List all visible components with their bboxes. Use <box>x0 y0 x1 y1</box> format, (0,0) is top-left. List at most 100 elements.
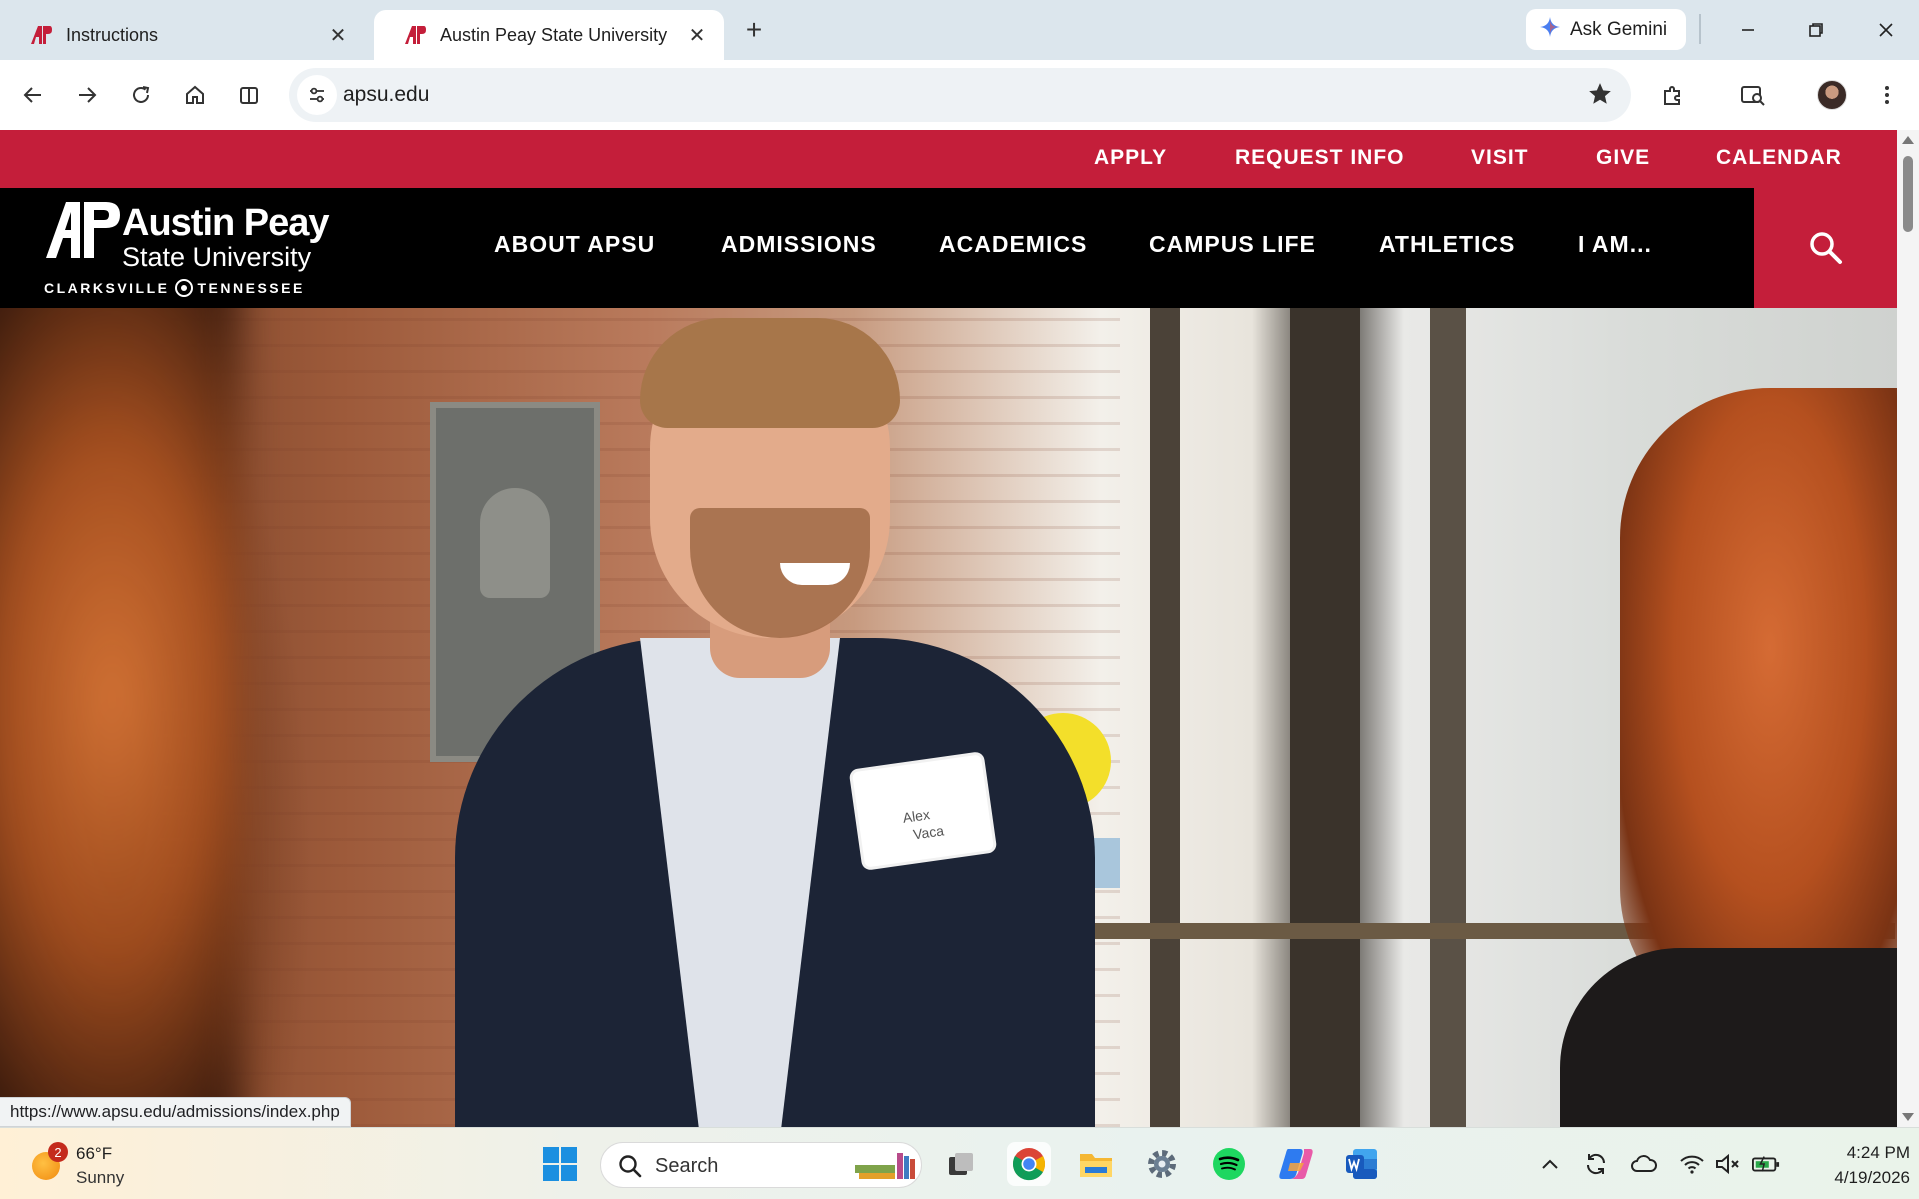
task-view-button[interactable] <box>939 1142 983 1186</box>
door-frame <box>1290 308 1360 1127</box>
nav-athletics[interactable]: ATHLETICS <box>1379 231 1515 258</box>
logo-name-line2: State University <box>122 242 312 272</box>
weather-widget[interactable]: 2 66°F Sunny <box>30 1140 140 1190</box>
tab-austin-peay[interactable]: Austin Peay State University ✕ <box>374 10 724 60</box>
forward-button[interactable] <box>66 74 108 116</box>
taskbar-search[interactable]: Search <box>600 1142 922 1188</box>
search-label: Search <box>655 1155 719 1177</box>
blurred-person-right-coat <box>1560 948 1897 1127</box>
home-button[interactable] <box>174 74 216 116</box>
start-button[interactable] <box>538 1142 582 1186</box>
wifi-icon[interactable] <box>1678 1150 1706 1178</box>
weather-temp: 66°F <box>76 1144 113 1163</box>
word-button[interactable] <box>1340 1142 1384 1186</box>
bookmark-star-icon[interactable] <box>1587 81 1613 112</box>
tristar-icon <box>174 279 193 297</box>
utility-link-visit[interactable]: VISIT <box>1471 146 1529 170</box>
apsu-logo[interactable]: Austin Peay State University CLARKSVILLE… <box>44 200 330 300</box>
nav-admissions[interactable]: ADMISSIONS <box>721 231 877 258</box>
student-hair <box>640 318 900 428</box>
gemini-sparkle-icon <box>1540 16 1560 43</box>
chrome-taskbar-button[interactable] <box>1007 1142 1051 1186</box>
apsu-favicon-icon <box>30 24 52 46</box>
door-frame <box>1150 308 1180 1127</box>
utility-link-request-info[interactable]: REQUEST INFO <box>1235 146 1405 170</box>
nav-campus-life[interactable]: CAMPUS LIFE <box>1149 231 1316 258</box>
copilot-button[interactable] <box>1274 1142 1318 1186</box>
page-scrollbar[interactable] <box>1897 130 1919 1127</box>
spotify-button[interactable] <box>1207 1142 1251 1186</box>
battery-charging-icon[interactable] <box>1752 1150 1780 1178</box>
close-window-button[interactable] <box>1862 10 1910 50</box>
restore-button[interactable] <box>1792 10 1840 50</box>
utility-link-apply[interactable]: APPLY <box>1094 146 1167 170</box>
main-nav: Austin Peay State University CLARKSVILLE… <box>0 188 1897 308</box>
close-tab-icon[interactable]: ✕ <box>686 24 708 47</box>
badge-last-name: Vaca <box>912 822 945 843</box>
chrome-menu-button[interactable] <box>1866 74 1908 116</box>
sync-icon[interactable] <box>1582 1150 1610 1178</box>
back-button[interactable] <box>12 74 54 116</box>
ask-gemini-button[interactable]: Ask Gemini <box>1526 9 1686 50</box>
site-search-button[interactable] <box>1754 188 1897 308</box>
tab-search-button[interactable] <box>1732 74 1774 116</box>
settings-button[interactable] <box>1140 1142 1184 1186</box>
weather-condition: Sunny <box>76 1168 125 1187</box>
extensions-button[interactable] <box>1652 74 1694 116</box>
volume-muted-icon[interactable] <box>1714 1150 1742 1178</box>
screen: Instructions ✕ Austin Peay State Univers… <box>0 0 1919 1199</box>
word-icon <box>1346 1149 1377 1179</box>
more-vertical-icon <box>1885 86 1889 104</box>
clock-time: 4:24 PM <box>1846 1143 1910 1162</box>
nav-academics[interactable]: ACADEMICS <box>939 231 1087 258</box>
minimize-button[interactable] <box>1724 10 1772 50</box>
new-tab-button[interactable]: + <box>738 14 770 46</box>
tab-title: Instructions <box>66 24 159 45</box>
tab-strip: Instructions ✕ Austin Peay State Univers… <box>0 0 1919 60</box>
ap-logo-icon <box>46 202 120 258</box>
restore-icon <box>1809 23 1823 37</box>
badge-first-name: Alex <box>901 806 931 826</box>
nav-about-apsu[interactable]: ABOUT APSU <box>494 231 655 258</box>
tab-instructions[interactable]: Instructions ✕ <box>0 10 365 60</box>
search-icon <box>619 1155 642 1178</box>
utility-link-calendar[interactable]: CALENDAR <box>1716 146 1842 170</box>
file-explorer-button[interactable] <box>1074 1142 1118 1186</box>
site-info-button[interactable] <box>297 75 337 115</box>
name-badge: Alex Vaca <box>851 754 995 868</box>
reload-button[interactable] <box>120 74 162 116</box>
utility-link-give[interactable]: GIVE <box>1596 146 1650 170</box>
nav-i-am[interactable]: I AM... <box>1578 231 1652 258</box>
arrow-left-icon <box>23 87 41 103</box>
split-view-icon <box>240 87 258 104</box>
onedrive-cloud-icon[interactable] <box>1630 1150 1658 1178</box>
tab-search-icon <box>1741 86 1765 106</box>
scroll-up-arrow-icon[interactable] <box>1902 136 1914 144</box>
home-icon <box>186 85 204 104</box>
logo-state: TENNESSEE <box>197 280 305 296</box>
logo-city: CLARKSVILLE <box>44 280 170 296</box>
scroll-down-arrow-icon[interactable] <box>1902 1113 1914 1121</box>
scrollbar-thumb[interactable] <box>1903 156 1913 232</box>
file-explorer-icon <box>1080 1154 1112 1177</box>
profile-avatar[interactable] <box>1817 80 1847 110</box>
windows-logo-icon <box>543 1147 577 1181</box>
link-status-bubble: https://www.apsu.edu/admissions/index.ph… <box>0 1097 351 1127</box>
settings-gear-icon <box>1148 1150 1176 1178</box>
address-bar[interactable]: apsu.edu <box>289 68 1631 122</box>
clock-date: 4/19/2026 <box>1834 1168 1910 1187</box>
puzzle-icon <box>1664 86 1680 105</box>
close-tab-icon[interactable]: ✕ <box>327 24 349 47</box>
system-clock[interactable]: 4:24 PM 4/19/2026 <box>1800 1140 1910 1190</box>
windows-taskbar: 2 66°F Sunny Search 4:24 PM 4/19/2026 <box>0 1127 1919 1199</box>
url-text: apsu.edu <box>343 83 430 106</box>
utility-nav: APPLY REQUEST INFO VISIT GIVE CALENDAR <box>0 130 1897 188</box>
reload-icon <box>133 86 150 103</box>
copilot-icon <box>1279 1149 1313 1179</box>
chrome-icon <box>1012 1148 1046 1181</box>
arrow-right-icon <box>79 87 97 103</box>
split-view-button[interactable] <box>228 74 270 116</box>
show-hidden-icons-chevron-up-icon[interactable] <box>1536 1150 1564 1178</box>
spotify-icon <box>1213 1148 1245 1180</box>
logo-name-line1: Austin Peay <box>122 202 330 244</box>
